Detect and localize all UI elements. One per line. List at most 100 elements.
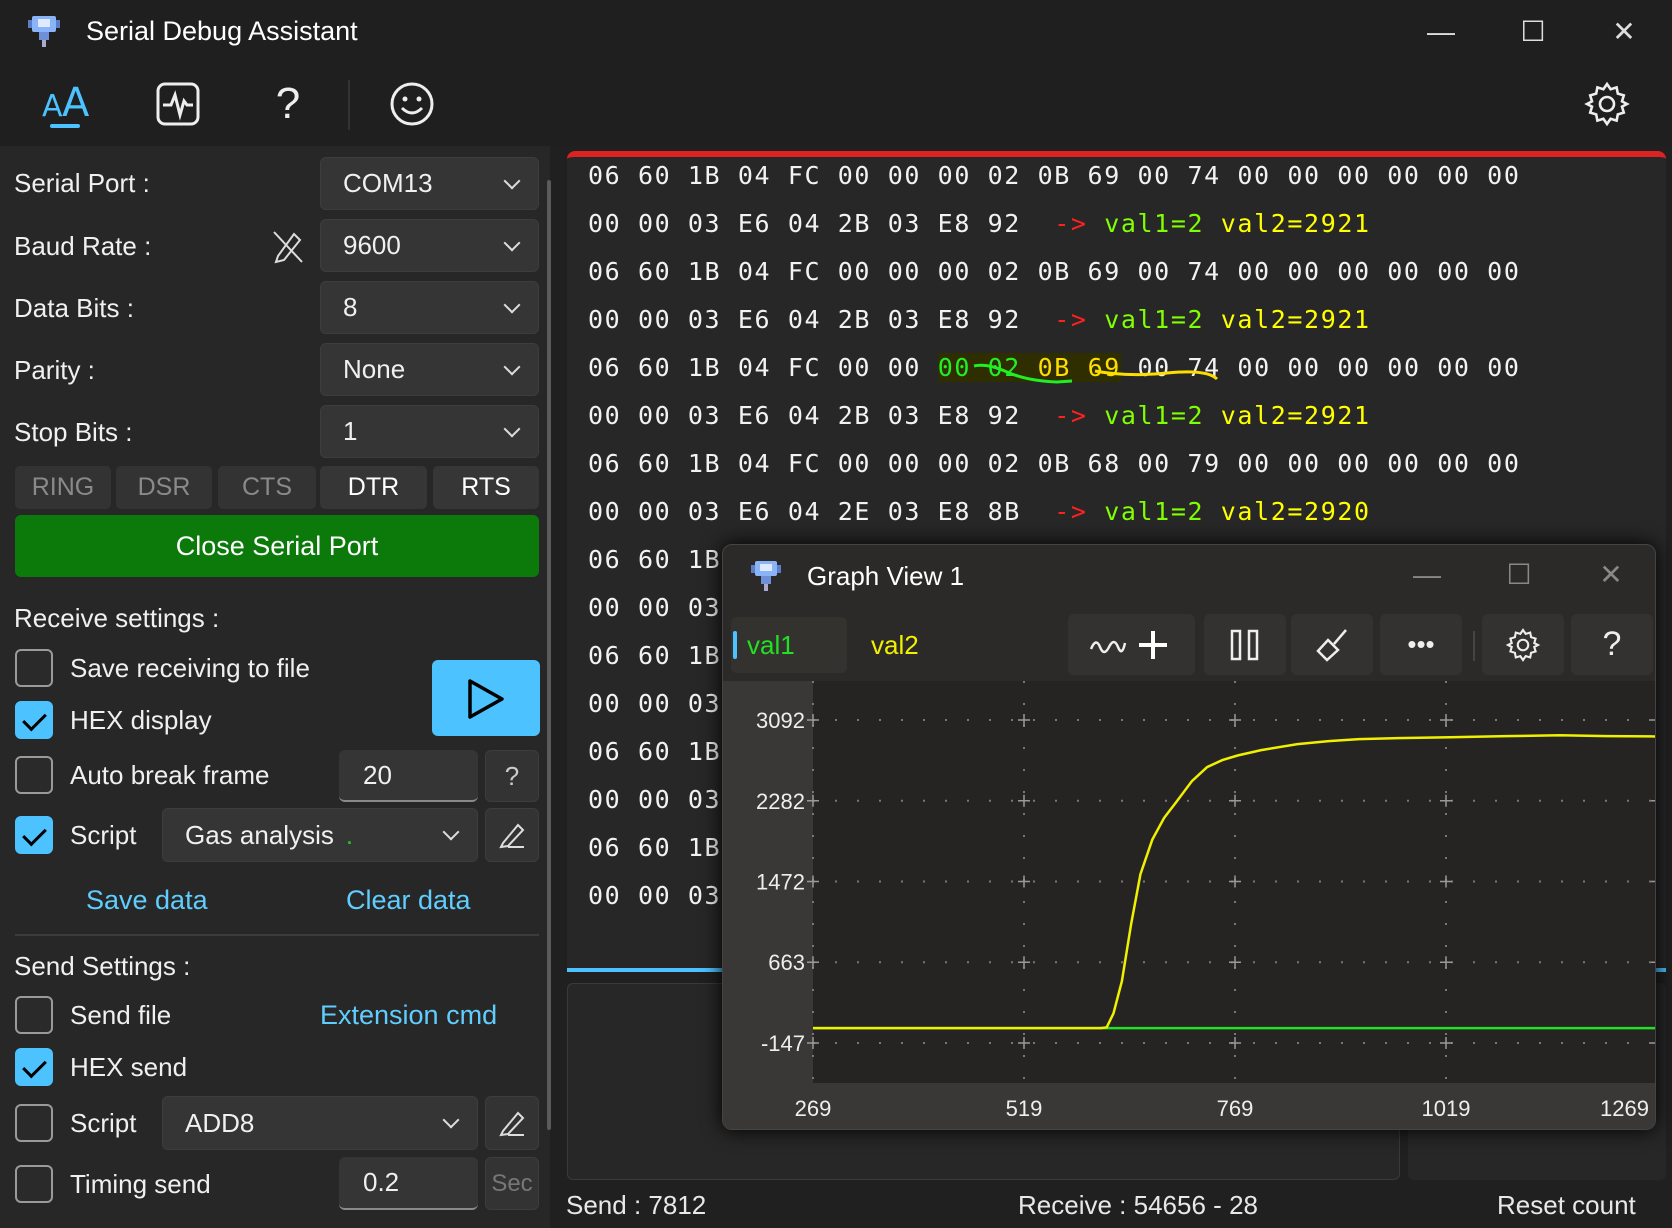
received-line: 06 60 1B [588,641,721,670]
chevron-down-icon [503,358,521,375]
stop-bits-label: Stop Bits : [14,417,133,447]
pause-button[interactable] [1204,614,1286,675]
rts-toggle[interactable]: RTS [433,466,539,509]
graph-window-title: Graph View 1 [807,561,965,591]
edit-send-script-button[interactable] [485,1096,539,1150]
stop-bits-value: 1 [343,416,358,446]
settings-gear-icon[interactable] [1579,76,1635,132]
svg-text:A: A [62,80,90,126]
graph-toolbar-divider [1473,631,1475,661]
maximize-button[interactable]: ☐ [1510,12,1556,52]
chevron-down-icon [442,823,460,841]
wave-plus-icon [1089,630,1167,659]
y-tick-label: 3092 [756,708,805,733]
pen-off-icon[interactable] [270,228,306,264]
hex-send-checkbox[interactable] [15,1048,53,1086]
help-icon[interactable]: ? [260,76,316,132]
serial-port-select[interactable]: COM13 [320,157,539,210]
send-file-checkbox[interactable] [15,996,53,1034]
receive-script-value: Gas analysis [185,819,334,850]
save-data-link[interactable]: Save data [86,885,208,916]
title-bar: Serial Debug Assistant — ☐ ✕ [0,0,1672,64]
tab-val2[interactable]: val2 [871,630,919,661]
graph-minimize-button[interactable]: — [1404,555,1450,595]
stop-bits-select[interactable]: 1 [320,405,539,458]
smiley-feedback-icon[interactable] [384,76,440,132]
more-dots-icon: ••• [1407,629,1435,659]
received-line: 00 00 03 [588,785,721,814]
save-to-file-checkbox[interactable] [15,649,53,687]
received-text-segment: 00 00 03 [588,881,722,910]
graph-settings-button[interactable] [1482,614,1564,675]
received-line: 00 00 03 [588,881,721,910]
close-button[interactable]: ✕ [1601,12,1647,52]
receive-settings-heading: Receive settings : [14,603,220,633]
reset-count-link[interactable]: Reset count [1497,1190,1636,1221]
auto-break-frame-input[interactable]: 20 [339,750,478,802]
chevron-down-icon [503,296,521,313]
y-axis-strip [723,681,813,1129]
send-script-checkbox[interactable] [15,1104,53,1142]
script-status-dot: . [345,819,354,850]
graph-help-button[interactable]: ? [1571,614,1653,675]
timing-unit-label: Sec [485,1157,539,1210]
graph-plot[interactable]: 3092 2282 1472 663 -147 269 519 769 1019 1269 [723,681,1656,1130]
data-bits-value: 8 [343,292,358,322]
serial-port-app-icon [751,561,781,591]
received-line: 00 00 03 [588,689,721,718]
edit-pen-icon [499,1111,525,1137]
waveform-graph-icon[interactable] [150,76,206,132]
graph-maximize-button[interactable]: ☐ [1496,555,1542,595]
chevron-down-icon [503,234,521,251]
save-to-file-label: Save receiving to file [70,653,310,683]
clear-data-link[interactable]: Clear data [346,885,471,916]
receive-script-select[interactable]: Gas analysis. [162,808,478,862]
receive-count-separator: - [1213,1190,1222,1220]
received-text-segment: 00 00 03 [588,593,722,622]
play-button[interactable] [432,660,540,736]
parity-label: Parity : [14,355,95,385]
dtr-toggle[interactable]: DTR [320,466,427,509]
close-serial-port-button[interactable]: Close Serial Port [15,515,539,577]
broom-icon [1316,628,1347,662]
timing-send-checkbox[interactable] [15,1165,53,1203]
hex-display-checkbox[interactable] [15,701,53,739]
auto-break-frame-label: Auto break frame [70,760,270,790]
x-tick-label: 769 [1217,1096,1254,1121]
settings-scrollbar[interactable] [547,180,551,1130]
x-tick-label: 519 [1006,1096,1043,1121]
auto-break-frame-checkbox[interactable] [15,756,53,794]
received-text-segment: 00 00 03 [588,785,722,814]
font-settings-icon[interactable]: AA [38,76,94,132]
y-tick-label: 1472 [756,870,805,895]
hand-drawn-annotation [973,363,1219,384]
send-script-select[interactable]: ADD8 [162,1096,478,1150]
more-options-button[interactable]: ••• [1380,614,1462,675]
edit-receive-script-button[interactable] [485,808,539,862]
hex-send-label: HEX send [70,1052,188,1082]
y-tick-label: 663 [768,950,805,975]
parity-select[interactable]: None [320,343,539,396]
svg-text:A: A [42,89,63,124]
section-divider [15,934,539,936]
tab-val1[interactable]: val1 [731,617,847,673]
clear-graph-button[interactable] [1291,614,1373,675]
timing-interval-input[interactable]: 0.2 [339,1157,478,1210]
receive-script-checkbox[interactable] [15,816,53,854]
baud-rate-label: Baud Rate : [14,231,152,261]
data-bits-select[interactable]: 8 [320,281,539,334]
add-series-button[interactable] [1068,614,1195,675]
x-tick-label: 1019 [1422,1096,1471,1121]
toolbar-divider [348,80,350,130]
receive-script-label: Script [70,820,137,850]
auto-break-help-button[interactable]: ? [485,750,539,802]
x-axis-strip [723,1083,1655,1129]
extension-cmd-link[interactable]: Extension cmd [320,1000,497,1031]
minimize-button[interactable]: — [1418,12,1464,52]
pause-icon [1230,629,1259,660]
received-text-segment: 06 60 1B [588,833,722,862]
received-line: 00 00 03 [588,593,721,622]
baud-rate-select[interactable]: 9600 [320,219,539,272]
graph-close-button[interactable]: ✕ [1588,555,1634,595]
received-line: 06 60 1B [588,737,721,766]
